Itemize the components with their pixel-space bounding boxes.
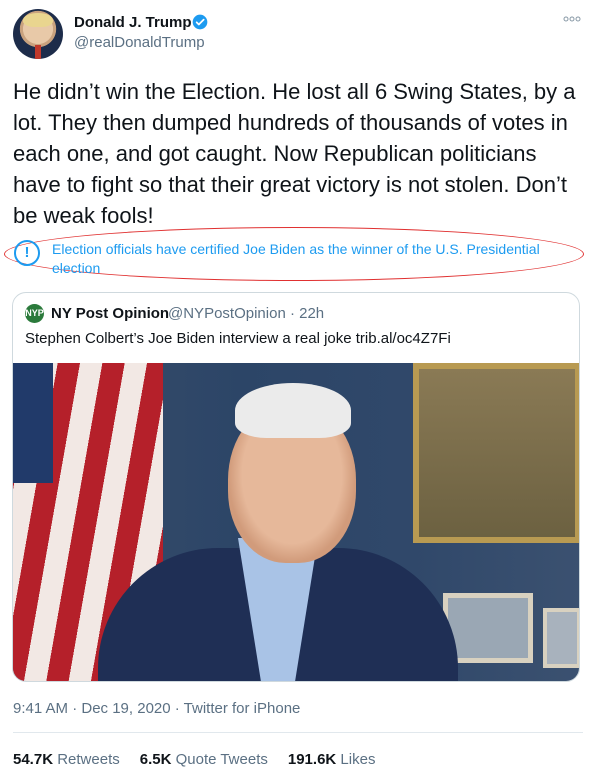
quote-tweets-label: Quote Tweets [175,751,268,768]
quoted-tweet-card[interactable]: NYP NY Post Opinion @NYPostOpinion · 22h… [12,292,580,682]
verified-badge-icon [192,14,208,30]
likes-count: 191.6K [287,751,337,768]
tweet-text: He didn’t win the Election. He lost all … [13,79,576,228]
nypost-avatar-icon: NYP [25,304,44,323]
flag-canton [13,363,53,483]
person-hair [235,383,351,438]
more-options-icon[interactable] [563,15,581,23]
retweets-count: 54.7K [13,751,54,768]
quote-tweets-count: 6.5K [139,751,172,768]
quoted-author-name: NY Post Opinion [51,305,170,322]
quoted-tweet-text: Stephen Colbert’s Joe Biden interview a … [25,330,451,347]
divider [13,732,583,733]
avatar-tie [35,45,41,59]
author-handle[interactable]: @realDonaldTrump [74,34,205,51]
quoted-tweet-image[interactable] [13,363,579,681]
picture-frame-small [543,608,579,668]
avatar[interactable] [13,9,63,59]
author-name[interactable]: Donald J. Trump [74,14,192,31]
election-notice-link[interactable]: Election officials have certified Joe Bi… [52,240,572,278]
tweet-timestamp[interactable]: 9:41 AM · Dec 19, 2020 · Twitter for iPh… [13,700,300,717]
avatar-hair [23,13,53,27]
likes-label: Likes [340,751,376,768]
retweets-label: Retweets [57,751,120,768]
retweets-stat[interactable]: 54.7K Retweets [13,751,120,768]
info-alert-icon: ! [14,240,40,266]
wall-painting [413,363,579,543]
quoted-author-handle: @NYPostOpinion · 22h [168,305,325,322]
tweet-stats: 54.7K Retweets 6.5K Quote Tweets 191.6K … [13,751,395,768]
quote-tweets-stat[interactable]: 6.5K Quote Tweets [140,751,268,768]
likes-stat[interactable]: 191.6K Likes [288,751,376,768]
